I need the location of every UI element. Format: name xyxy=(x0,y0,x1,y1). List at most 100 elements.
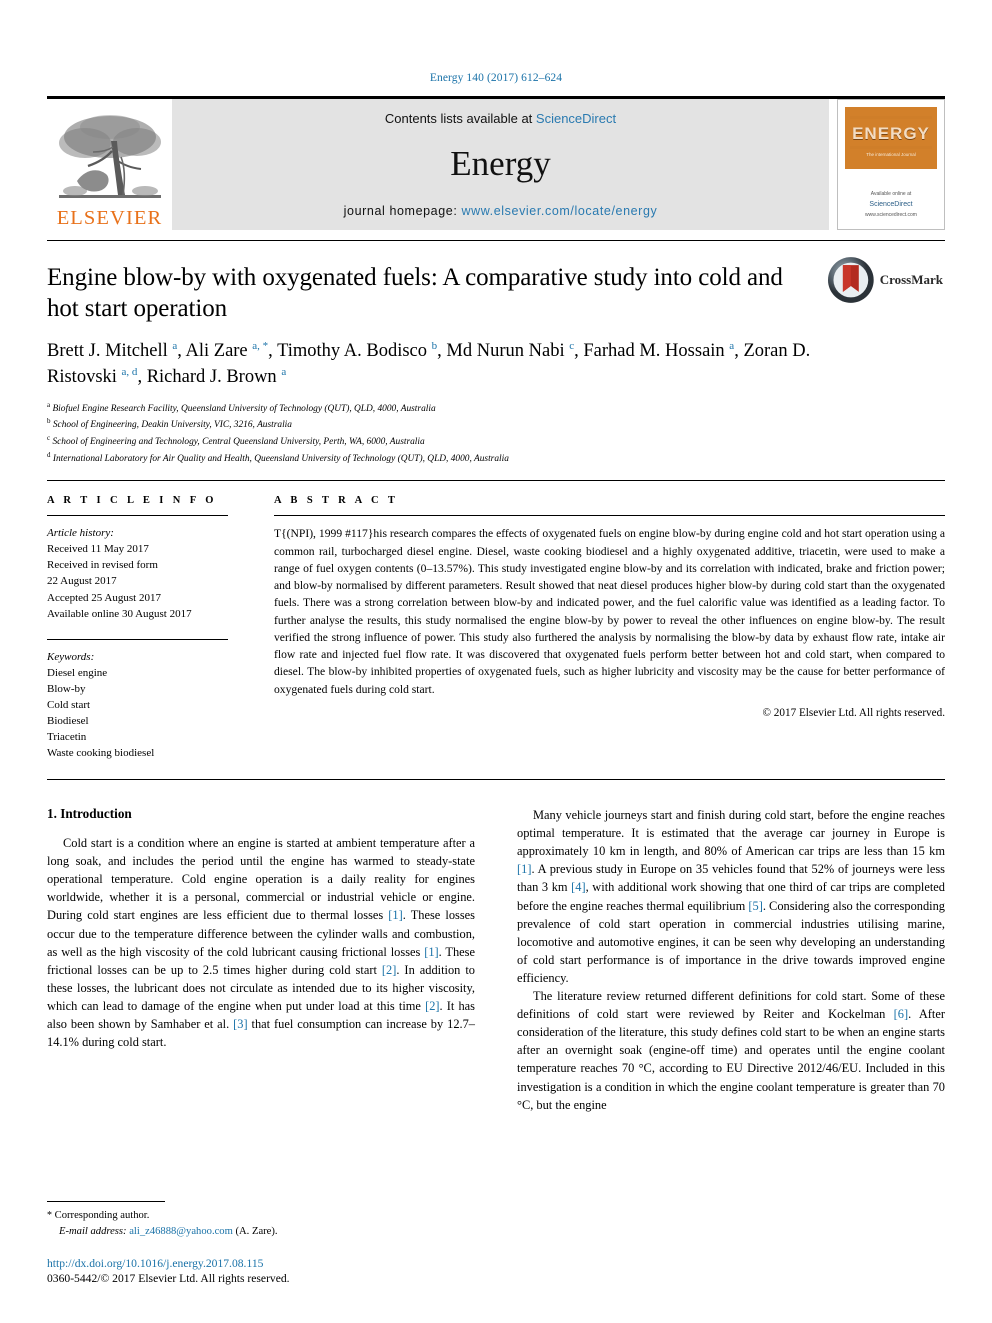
journal-masthead: ELSEVIER Contents lists available at Sci… xyxy=(47,96,945,230)
contents-line: Contents lists available at ScienceDirec… xyxy=(385,111,616,126)
elsevier-tree-icon xyxy=(58,114,161,198)
author-affiliation-mark: a, d xyxy=(121,366,138,379)
affiliation-list: a Biofuel Engine Research Facility, Quee… xyxy=(47,400,945,467)
author-affiliation-mark: a xyxy=(281,366,287,379)
crossmark-badge[interactable]: CrossMark xyxy=(827,255,943,305)
body-column-left: 1. Introduction Cold start is a conditio… xyxy=(47,806,475,1114)
running-head: Energy 140 (2017) 612–624 xyxy=(429,72,563,84)
abstract-copyright: © 2017 Elsevier Ltd. All rights reserved… xyxy=(762,707,946,719)
article-info-column: A R T I C L E I N F O Article history: R… xyxy=(47,495,254,761)
elsevier-logo: ELSEVIER xyxy=(47,99,172,230)
keyword-item: Waste cooking biodiesel xyxy=(47,746,155,759)
cover-footer: Available online at ScienceDirect www.sc… xyxy=(838,190,944,219)
affiliation-text: School of Engineering, Deakin University… xyxy=(52,420,292,431)
contents-prefix: Contents lists available at xyxy=(384,111,536,126)
email-owner: (A. Zare). xyxy=(235,1225,278,1237)
title-block: Engine blow-by with oxygenated fuels: A … xyxy=(47,241,945,466)
page-title: Engine blow-by with oxygenated fuels: A … xyxy=(47,264,783,322)
homepage-label: journal homepage: xyxy=(343,204,462,218)
elsevier-wordmark: ELSEVIER xyxy=(56,206,163,229)
author-item: Farhad M. Hossain a xyxy=(583,339,735,361)
abstract-divider-bottom xyxy=(47,778,945,780)
email-label: E-mail address: xyxy=(59,1225,127,1237)
title-divider xyxy=(47,480,945,482)
crossmark-label: CrossMark xyxy=(879,272,943,287)
email-note: E-mail address: ali_z46888@yahoo.com (A.… xyxy=(47,1224,467,1239)
journal-banner: Contents lists available at ScienceDirec… xyxy=(172,99,829,230)
article-history-item: Received 11 May 2017 xyxy=(47,543,149,556)
author-item: Md Nurun Nabi c xyxy=(446,339,575,361)
affiliation-mark: c xyxy=(47,433,51,442)
author-item: Timothy A. Bodisco b xyxy=(277,339,438,361)
keyword-item: Triacetin xyxy=(47,730,87,743)
author-item: Ali Zare a, * xyxy=(185,339,269,361)
corresponding-author-star: * xyxy=(47,1210,52,1222)
article-history-item: Accepted 25 August 2017 xyxy=(47,591,161,604)
cover-journal-title: ENERGY xyxy=(852,124,930,143)
affiliation-mark: d xyxy=(47,450,51,459)
section-heading-introduction: 1. Introduction xyxy=(47,805,132,821)
author-name: Richard J. Brown xyxy=(146,367,277,388)
paragraph: The literature review returned different… xyxy=(517,989,945,1112)
paragraph: Many vehicle journeys start and finish d… xyxy=(517,807,945,985)
info-abstract-section: A R T I C L E I N F O Article history: R… xyxy=(47,495,945,761)
author-item: Brett J. Mitchell a xyxy=(47,339,178,361)
author-name: Ali Zare xyxy=(185,341,248,361)
author-item: Richard J. Brown a xyxy=(146,366,287,388)
cover-subtitle: The international Journal xyxy=(866,152,916,157)
article-page: Energy 140 (2017) 612–624 ELSEVIER Conte… xyxy=(0,0,992,1323)
journal-cover-thumbnail: ENERGY The international Journal Availab… xyxy=(837,99,945,230)
keyword-item: Blow-by xyxy=(47,682,86,695)
abstract-text: T{(NPI), 1999 #117}his research compares… xyxy=(274,527,945,696)
keywords-list: Keywords: Diesel engine Blow-by Cold sta… xyxy=(47,649,228,761)
author-list: Brett J. Mitchell a, Ali Zare a, *, Timo… xyxy=(47,339,811,388)
author-name: Md Nurun Nabi xyxy=(446,341,565,361)
keyword-item: Cold start xyxy=(47,698,91,711)
affiliation-item: a Biofuel Engine Research Facility, Quee… xyxy=(47,400,945,417)
cover-footer-line2: ScienceDirect xyxy=(869,200,913,208)
abstract-column: A B S T R A C T T{(NPI), 1999 #117}his r… xyxy=(254,495,945,761)
article-history-item: 22 August 2017 xyxy=(47,575,117,588)
doi-link[interactable]: http://dx.doi.org/10.1016/j.energy.2017.… xyxy=(47,1257,467,1270)
author-name: Brett J. Mitchell xyxy=(47,341,168,361)
email-link[interactable]: ali_z46888@yahoo.com xyxy=(129,1226,233,1237)
author-affiliation-mark: c xyxy=(569,339,575,352)
journal-homepage-line: journal homepage: www.elsevier.com/locat… xyxy=(344,204,658,218)
article-history-item: Available online 30 August 2017 xyxy=(47,607,192,620)
journal-title: Energy xyxy=(450,143,551,183)
affiliation-item: b School of Engineering, Deakin Universi… xyxy=(47,416,945,433)
corresponding-author-label: Corresponding author. xyxy=(54,1210,150,1222)
page-footer: * Corresponding author. E-mail address: … xyxy=(47,1201,467,1285)
cover-text-line xyxy=(850,116,932,119)
author-name: Timothy A. Bodisco xyxy=(277,341,428,361)
author-name: Farhad M. Hossain xyxy=(583,341,725,361)
affiliation-text: School of Engineering and Technology, Ce… xyxy=(52,437,425,448)
paragraph: Cold start is a condition where an engin… xyxy=(47,835,476,1050)
affiliation-text: International Laboratory for Air Quality… xyxy=(52,453,509,464)
keyword-item: Diesel engine xyxy=(47,666,108,679)
article-info-divider xyxy=(47,515,228,517)
article-history: Article history: Received 11 May 2017 Re… xyxy=(47,525,228,621)
author-affiliation-mark: a, * xyxy=(252,339,269,352)
keyword-item: Biodiesel xyxy=(47,714,89,727)
author-affiliation-mark: b xyxy=(431,339,438,352)
footnote-divider xyxy=(47,1201,165,1203)
cover-footer-line1: Available online at xyxy=(870,191,912,198)
affiliation-item: c School of Engineering and Technology, … xyxy=(47,433,945,450)
article-info-heading: A R T I C L E I N F O xyxy=(47,495,217,507)
author-affiliation-mark: a xyxy=(729,339,735,352)
cover-text-line xyxy=(850,146,932,149)
sciencedirect-link[interactable]: ScienceDirect xyxy=(536,111,616,126)
author-affiliation-mark: a xyxy=(172,339,178,352)
article-history-label: Article history: xyxy=(47,527,114,540)
affiliation-text: Biofuel Engine Research Facility, Queens… xyxy=(52,403,436,414)
body-columns: 1. Introduction Cold start is a conditio… xyxy=(47,806,945,1114)
homepage-url-link[interactable]: www.elsevier.com/locate/energy xyxy=(461,204,657,218)
abstract-divider xyxy=(274,515,945,517)
article-history-item: Received in revised form xyxy=(47,559,158,572)
keywords-divider xyxy=(47,638,228,640)
corresponding-author-note: * Corresponding author. xyxy=(47,1208,467,1224)
crossmark-icon xyxy=(827,257,874,303)
issn-copyright: 0360-5442/© 2017 Elsevier Ltd. All right… xyxy=(47,1272,290,1285)
abstract-heading: A B S T R A C T xyxy=(274,495,399,507)
